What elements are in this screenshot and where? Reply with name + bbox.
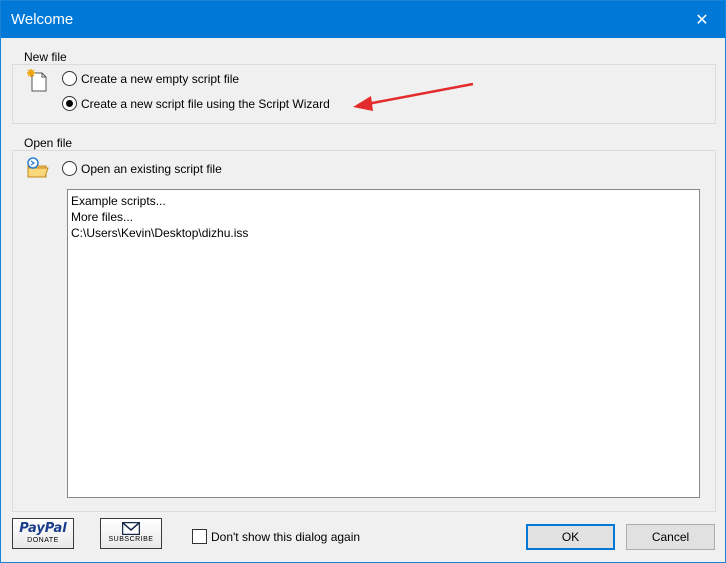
open-folder-icon bbox=[27, 157, 49, 178]
annotation-arrow bbox=[353, 82, 474, 111]
envelope-icon bbox=[122, 522, 140, 535]
radio-open-existing[interactable]: Open an existing script file bbox=[62, 161, 222, 176]
radio-empty-script[interactable]: Create a new empty script file bbox=[62, 71, 239, 86]
ok-button[interactable]: OK bbox=[526, 524, 615, 550]
radio-script-wizard-button[interactable] bbox=[62, 96, 77, 111]
window-title: Welcome bbox=[11, 11, 74, 28]
welcome-dialog: Welcome ✕ New file Create a new empty sc… bbox=[0, 0, 726, 563]
radio-open-existing-button[interactable] bbox=[62, 161, 77, 176]
open-file-group-label: Open file bbox=[22, 136, 75, 150]
list-item[interactable]: Example scripts... bbox=[71, 193, 696, 209]
paypal-donate-button[interactable]: PayPal DONATE bbox=[12, 518, 74, 549]
paypal-donate-caption: DONATE bbox=[27, 537, 59, 544]
dont-show-again-checkbox[interactable]: Don't show this dialog again bbox=[192, 529, 360, 544]
subscribe-button[interactable]: SUBSCRIBE bbox=[100, 518, 162, 549]
dont-show-again-box[interactable] bbox=[192, 529, 207, 544]
radio-script-wizard-label: Create a new script file using the Scrip… bbox=[81, 96, 330, 111]
new-file-icon bbox=[27, 69, 47, 92]
new-file-group-label: New file bbox=[22, 50, 69, 64]
cancel-button[interactable]: Cancel bbox=[626, 524, 715, 550]
recent-files-list[interactable]: Example scripts... More files... C:\User… bbox=[67, 189, 700, 498]
ok-button-label: OK bbox=[561, 530, 580, 544]
list-item[interactable]: More files... bbox=[71, 209, 696, 225]
radio-open-existing-label: Open an existing script file bbox=[81, 161, 222, 176]
close-icon: ✕ bbox=[695, 11, 709, 29]
cancel-button-label: Cancel bbox=[651, 530, 690, 544]
radio-script-wizard[interactable]: Create a new script file using the Scrip… bbox=[62, 96, 330, 111]
subscribe-caption: SUBSCRIBE bbox=[108, 536, 154, 543]
close-button[interactable]: ✕ bbox=[679, 1, 725, 38]
paypal-logo: PayPal bbox=[19, 521, 67, 536]
radio-empty-script-label: Create a new empty script file bbox=[81, 71, 240, 86]
list-item[interactable]: C:\Users\Kevin\Desktop\dizhu.iss bbox=[71, 225, 696, 241]
title-bar: Welcome ✕ bbox=[1, 1, 725, 38]
dont-show-again-label: Don't show this dialog again bbox=[211, 529, 361, 544]
radio-empty-script-button[interactable] bbox=[62, 71, 77, 86]
